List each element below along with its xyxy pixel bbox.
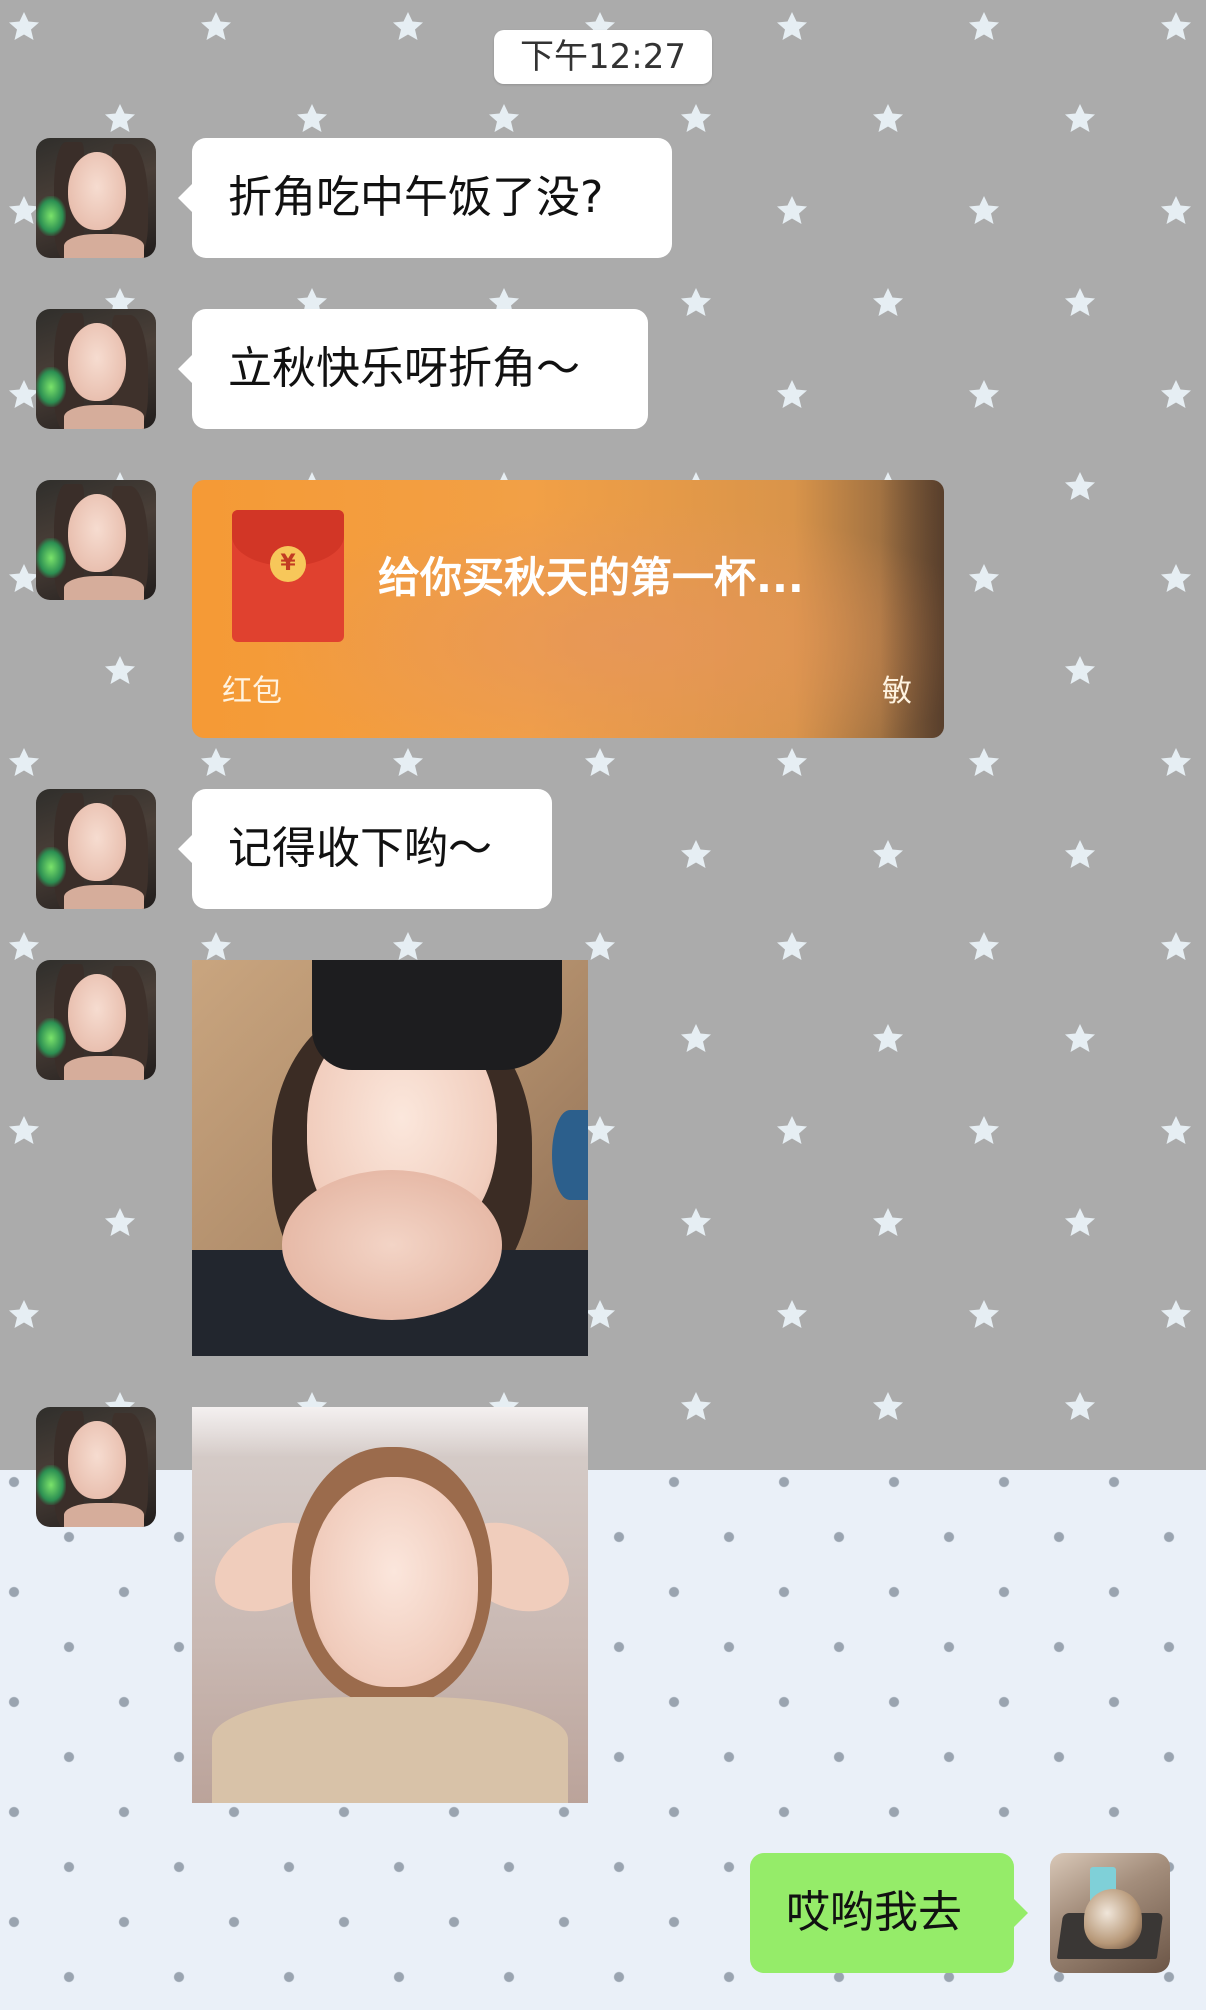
message-timestamp: 下午12:27 [494, 30, 712, 84]
contact-avatar[interactable] [36, 789, 156, 909]
contact-avatar[interactable] [36, 138, 156, 258]
photo-message-heart-hands[interactable] [192, 960, 588, 1356]
red-packet-sender: 敏 [882, 674, 912, 709]
message-bubble-incoming[interactable]: 记得收下哟～ [178, 789, 552, 909]
contact-avatar[interactable] [36, 309, 156, 429]
photo-message-portrait[interactable] [192, 1407, 588, 1803]
red-packet-label: 红包 [222, 674, 282, 709]
message-bubble-incoming[interactable]: 立秋快乐呀折角～ [178, 309, 648, 429]
contact-avatar[interactable] [36, 960, 156, 1080]
red-packet-message[interactable]: ¥ 给你买秋天的第一杯... 红包 敏 [192, 480, 944, 738]
coin-icon: ¥ [270, 546, 306, 582]
message-bubble-incoming[interactable]: 折角吃中午饭了没? [178, 138, 672, 258]
contact-avatar[interactable] [36, 1407, 156, 1527]
contact-avatar[interactable] [36, 480, 156, 600]
red-envelope-icon: ¥ [232, 510, 344, 642]
red-packet-title: 给你买秋天的第一杯... [378, 553, 804, 602]
message-bubble-outgoing[interactable]: 哎哟我去 [750, 1853, 1028, 1973]
chat-background-dots [0, 1470, 1206, 2010]
my-avatar[interactable] [1050, 1853, 1170, 1973]
